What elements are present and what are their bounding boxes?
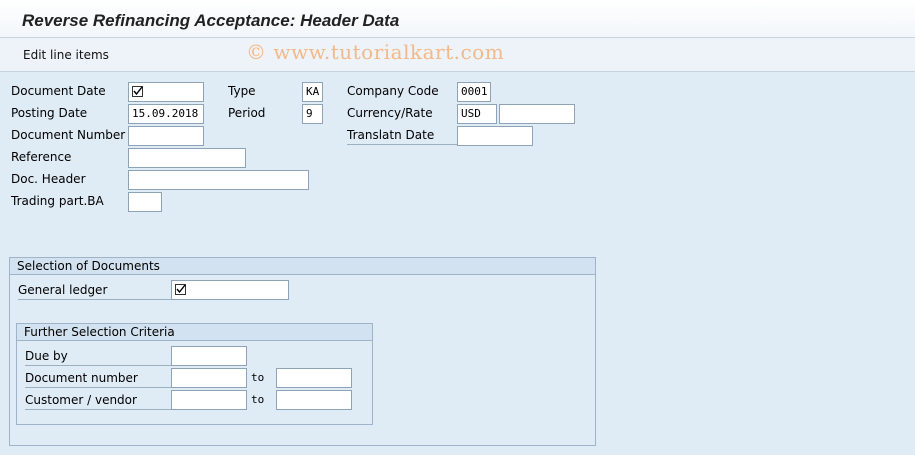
edit-line-items-button[interactable]: Edit line items bbox=[15, 44, 117, 66]
page-title: Reverse Refinancing Acceptance: Header D… bbox=[22, 11, 400, 30]
type-label: Type bbox=[228, 84, 256, 98]
document-date-field[interactable] bbox=[128, 82, 204, 102]
translatn-date-label: Translatn Date bbox=[347, 125, 457, 145]
customer-vendor-to-field[interactable] bbox=[276, 390, 352, 410]
doc-header-label: Doc. Header bbox=[11, 172, 86, 186]
due-by-label: Due by bbox=[25, 346, 172, 366]
company-code-field[interactable]: 0001 bbox=[457, 82, 491, 102]
general-ledger-label: General ledger bbox=[18, 280, 178, 300]
company-code-label: Company Code bbox=[347, 84, 439, 98]
document-number-to-field[interactable] bbox=[276, 368, 352, 388]
document-date-label: Document Date bbox=[11, 84, 106, 98]
general-ledger-field[interactable] bbox=[171, 280, 289, 300]
trading-part-ba-field[interactable] bbox=[128, 192, 162, 212]
selection-of-documents-group: Selection of Documents General ledger Fu… bbox=[9, 257, 596, 446]
doc-header-field[interactable] bbox=[128, 170, 309, 190]
trading-part-ba-label: Trading part.BA bbox=[11, 194, 104, 208]
period-label: Period bbox=[228, 106, 266, 120]
customer-vendor-label: Customer / vendor bbox=[25, 390, 172, 410]
further-selection-criteria-title: Further Selection Criteria bbox=[17, 324, 372, 341]
document-number-from-field[interactable] bbox=[171, 368, 247, 388]
title-bar: Reverse Refinancing Acceptance: Header D… bbox=[0, 0, 915, 38]
currency-field[interactable]: USD bbox=[457, 104, 497, 124]
checkbox-icon bbox=[175, 284, 186, 295]
watermark: © www.tutorialkart.com bbox=[246, 40, 505, 64]
posting-date-label: Posting Date bbox=[11, 106, 88, 120]
translatn-date-field[interactable] bbox=[457, 126, 533, 146]
document-number-label: Document Number bbox=[11, 128, 126, 142]
checkbox-icon bbox=[132, 86, 143, 97]
type-field[interactable]: KA bbox=[302, 82, 323, 102]
document-number-field[interactable] bbox=[128, 126, 204, 146]
reference-label: Reference bbox=[11, 150, 72, 164]
to-label: to bbox=[251, 371, 265, 384]
exchange-rate-field[interactable] bbox=[499, 104, 575, 124]
due-by-field[interactable] bbox=[171, 346, 247, 366]
further-selection-criteria-group: Further Selection Criteria Due by Docume… bbox=[16, 323, 373, 425]
selection-of-documents-title: Selection of Documents bbox=[10, 258, 595, 275]
to-label: to bbox=[251, 393, 265, 406]
currency-rate-label: Currency/Rate bbox=[347, 106, 433, 120]
posting-date-field[interactable]: 15.09.2018 bbox=[128, 104, 204, 124]
document-number-range-label: Document number bbox=[25, 368, 172, 388]
period-field[interactable]: 9 bbox=[302, 104, 323, 124]
customer-vendor-from-field[interactable] bbox=[171, 390, 247, 410]
reference-field[interactable] bbox=[128, 148, 246, 168]
